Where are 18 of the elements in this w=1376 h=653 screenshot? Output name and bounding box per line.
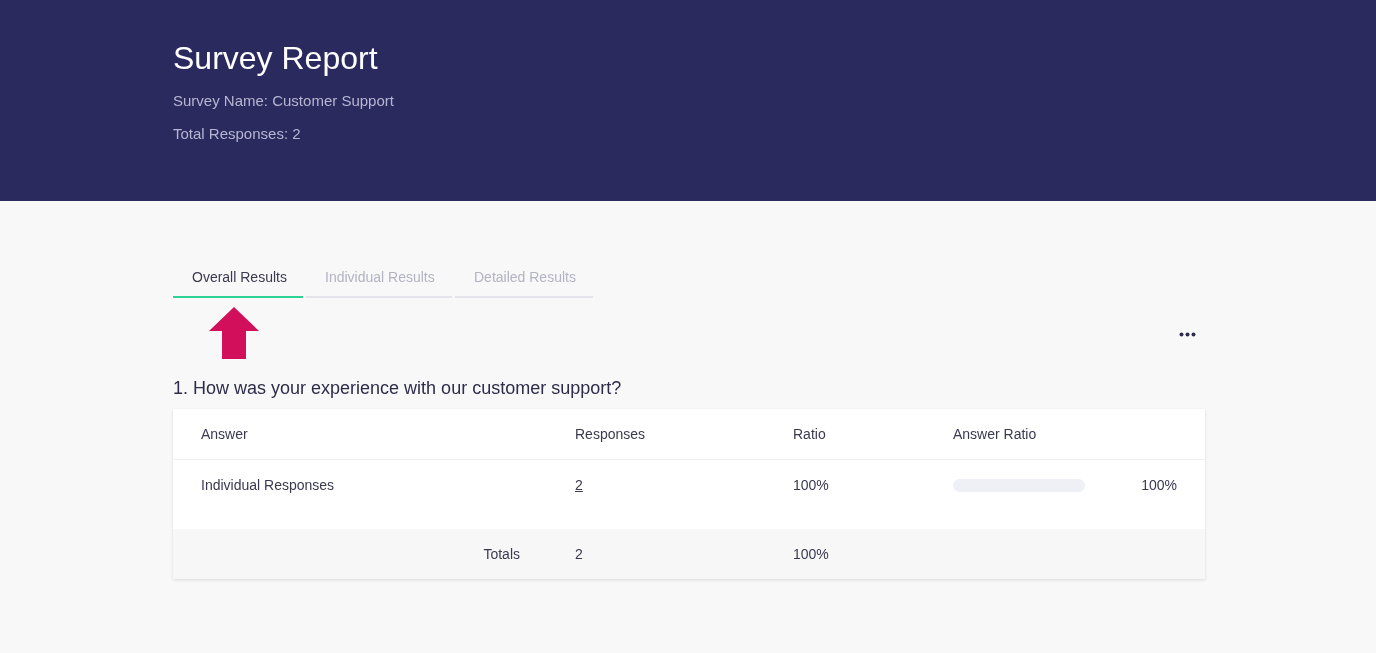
- survey-name: Survey Name: Customer Support: [173, 91, 395, 111]
- column-header: Responses: [575, 426, 647, 442]
- up-arrow-icon: [209, 307, 259, 359]
- report-title: Survey Report: [173, 39, 379, 78]
- responses-link[interactable]: 2: [575, 477, 583, 493]
- table-cell-text: 2: [575, 546, 584, 562]
- total-responses: Total Responses: 2: [173, 124, 302, 144]
- column-header: Ratio: [793, 426, 827, 442]
- question-title: 1. How was your experience with our customer support?: [173, 377, 623, 399]
- totals-label: Totals: [483, 546, 520, 562]
- table-cell-text: 100%: [793, 546, 830, 562]
- table-cell-text: Individual Responses: [201, 477, 336, 495]
- tab[interactable]: Overall Results: [173, 261, 303, 298]
- more-options-icon[interactable]: [1179, 332, 1196, 337]
- column-header: Answer Ratio: [953, 426, 1038, 442]
- table-cell: 100%: [1141, 477, 1177, 493]
- column-header: Answer: [201, 426, 249, 442]
- table-cell-text: 100%: [793, 477, 830, 495]
